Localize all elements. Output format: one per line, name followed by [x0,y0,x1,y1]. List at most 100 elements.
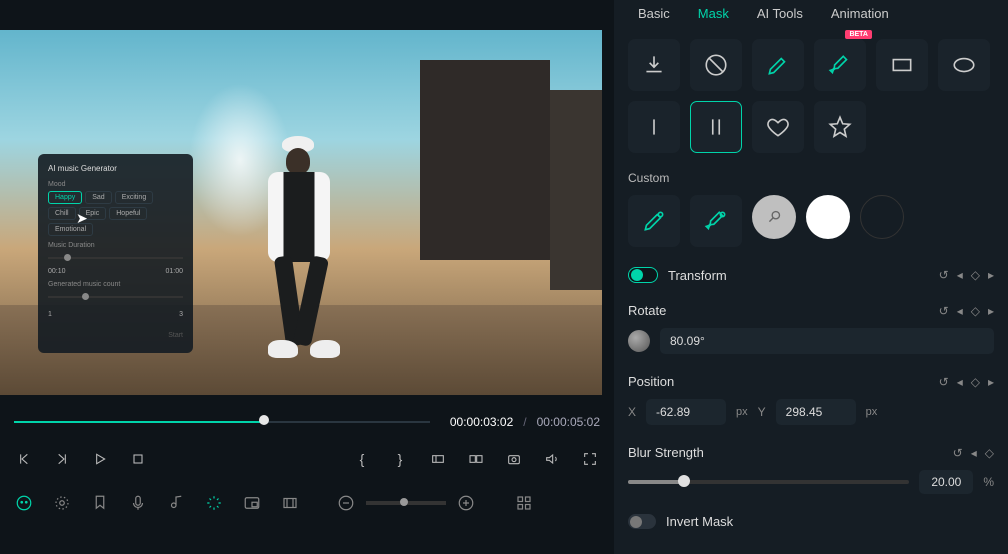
rotate-prev-kf-icon[interactable]: ◂ [957,304,963,318]
pos-reset-icon[interactable]: ↺ [939,375,949,389]
blur-kf-icon[interactable]: ◇ [985,446,994,460]
mood-pill-sad[interactable]: Sad [85,191,111,204]
position-x-input[interactable] [646,399,726,425]
dur-from: 00:10 [48,268,66,275]
timecode-current: 00:00:03:02 [450,415,513,429]
y-label: Y [758,405,766,419]
effects-icon[interactable] [52,493,72,513]
rotate-reset-icon[interactable]: ↺ [939,304,949,318]
rotate-next-kf-icon[interactable]: ▸ [988,304,994,318]
rotate-input[interactable] [660,328,994,354]
rotate-kf-icon[interactable]: ◇ [971,304,980,318]
ai-music-generator-panel: AI music Generator Mood HappySad Exciting… [38,154,193,353]
picture-in-picture-icon[interactable] [242,493,262,513]
mask-double-line-button[interactable] [690,101,742,153]
y-unit: px [866,406,878,418]
x-unit: px [736,406,748,418]
mask-brush-button[interactable]: BETA [814,39,866,91]
playback-progress[interactable] [14,419,430,425]
duration-slider[interactable] [48,252,183,266]
zoom-out-button[interactable] [336,493,356,513]
blur-value[interactable]: 20.00 [919,470,973,494]
pos-next-kf-icon[interactable]: ▸ [988,375,994,389]
mood-pill-emotional[interactable]: Emotional [48,223,93,236]
x-label: X [628,405,636,419]
ai-assistant-icon[interactable] [14,493,34,513]
video-preview[interactable]: AI music Generator Mood HappySad Exciting… [0,30,602,395]
beta-badge: BETA [845,30,872,39]
transform-toggle[interactable] [628,267,658,283]
mic-icon[interactable] [128,493,148,513]
marker-icon[interactable] [90,493,110,513]
custom-swatch-white[interactable] [806,195,850,239]
zoom-slider[interactable] [366,501,446,505]
compare-button[interactable] [466,449,486,469]
prev-keyframe-icon[interactable]: ◂ [957,268,963,282]
reset-icon[interactable]: ↺ [939,268,949,282]
count-slider[interactable] [48,291,183,305]
custom-swatch-empty[interactable] [860,195,904,239]
custom-swatch-gray[interactable] [752,195,796,239]
mask-pen-button[interactable] [752,39,804,91]
custom-label: Custom [628,171,994,185]
zoom-in-button[interactable] [456,493,476,513]
count-to: 3 [179,311,183,318]
mask-rectangle-button[interactable] [876,39,928,91]
blur-slider[interactable] [628,480,909,484]
mood-pill-chill[interactable]: Chill [48,207,76,220]
blur-prev-kf-icon[interactable]: ◂ [971,446,977,460]
snapshot-button[interactable] [504,449,524,469]
fullscreen-button[interactable] [580,449,600,469]
count-label: Generated music count [48,281,183,288]
mood-label: Mood [48,181,183,188]
custom-pen-button[interactable] [628,195,680,247]
mood-pill-hopeful[interactable]: Hopeful [109,207,147,220]
light-effect-icon[interactable] [204,493,224,513]
mood-pill-happy[interactable]: Happy [48,191,82,204]
tab-mask[interactable]: Mask [698,6,729,25]
mask-ellipse-button[interactable] [938,39,990,91]
keyframe-diamond-icon[interactable]: ◇ [971,268,980,282]
pos-prev-kf-icon[interactable]: ◂ [957,375,963,389]
tab-basic[interactable]: Basic [638,6,670,25]
mask-single-line-button[interactable] [628,101,680,153]
tab-ai-tools[interactable]: AI Tools [757,6,803,25]
dur-to: 01:00 [165,268,183,275]
invert-toggle[interactable] [628,514,656,529]
prev-frame-button[interactable] [14,449,34,469]
mask-import-button[interactable] [628,39,680,91]
mask-none-button[interactable] [690,39,742,91]
mask-heart-button[interactable] [752,101,804,153]
transform-label: Transform [668,268,727,283]
mood-pill-epic[interactable]: Epic [79,207,107,220]
play-button[interactable] [90,449,110,469]
next-frame-button[interactable] [52,449,72,469]
next-keyframe-icon[interactable]: ▸ [988,268,994,282]
position-label: Position [628,374,674,389]
brace-close-icon[interactable]: } [390,449,410,469]
duration-label: Music Duration [48,242,183,249]
invert-label: Invert Mask [666,514,733,529]
music-note-icon[interactable] [166,493,186,513]
mood-pill-exciting[interactable]: Exciting [115,191,154,204]
ai-panel-title: AI music Generator [48,164,183,173]
rotate-knob[interactable] [628,330,650,352]
rotate-label: Rotate [628,303,666,318]
crop-icon[interactable] [280,493,300,513]
view-grid-icon[interactable] [514,493,534,513]
position-y-input[interactable] [776,399,856,425]
blur-unit: % [983,475,994,489]
count-from: 1 [48,311,52,318]
blur-label: Blur Strength [628,445,704,460]
blur-reset-icon[interactable]: ↺ [953,446,963,460]
tab-animation[interactable]: Animation [831,6,889,25]
ai-start-button[interactable]: Start [48,332,183,339]
timecode-sep: / [523,415,526,429]
pos-kf-icon[interactable]: ◇ [971,375,980,389]
ratio-display-button[interactable] [428,449,448,469]
custom-brush-button[interactable] [690,195,742,247]
brace-open-icon[interactable]: { [352,449,372,469]
volume-button[interactable] [542,449,562,469]
stop-button[interactable] [128,449,148,469]
mask-star-button[interactable] [814,101,866,153]
